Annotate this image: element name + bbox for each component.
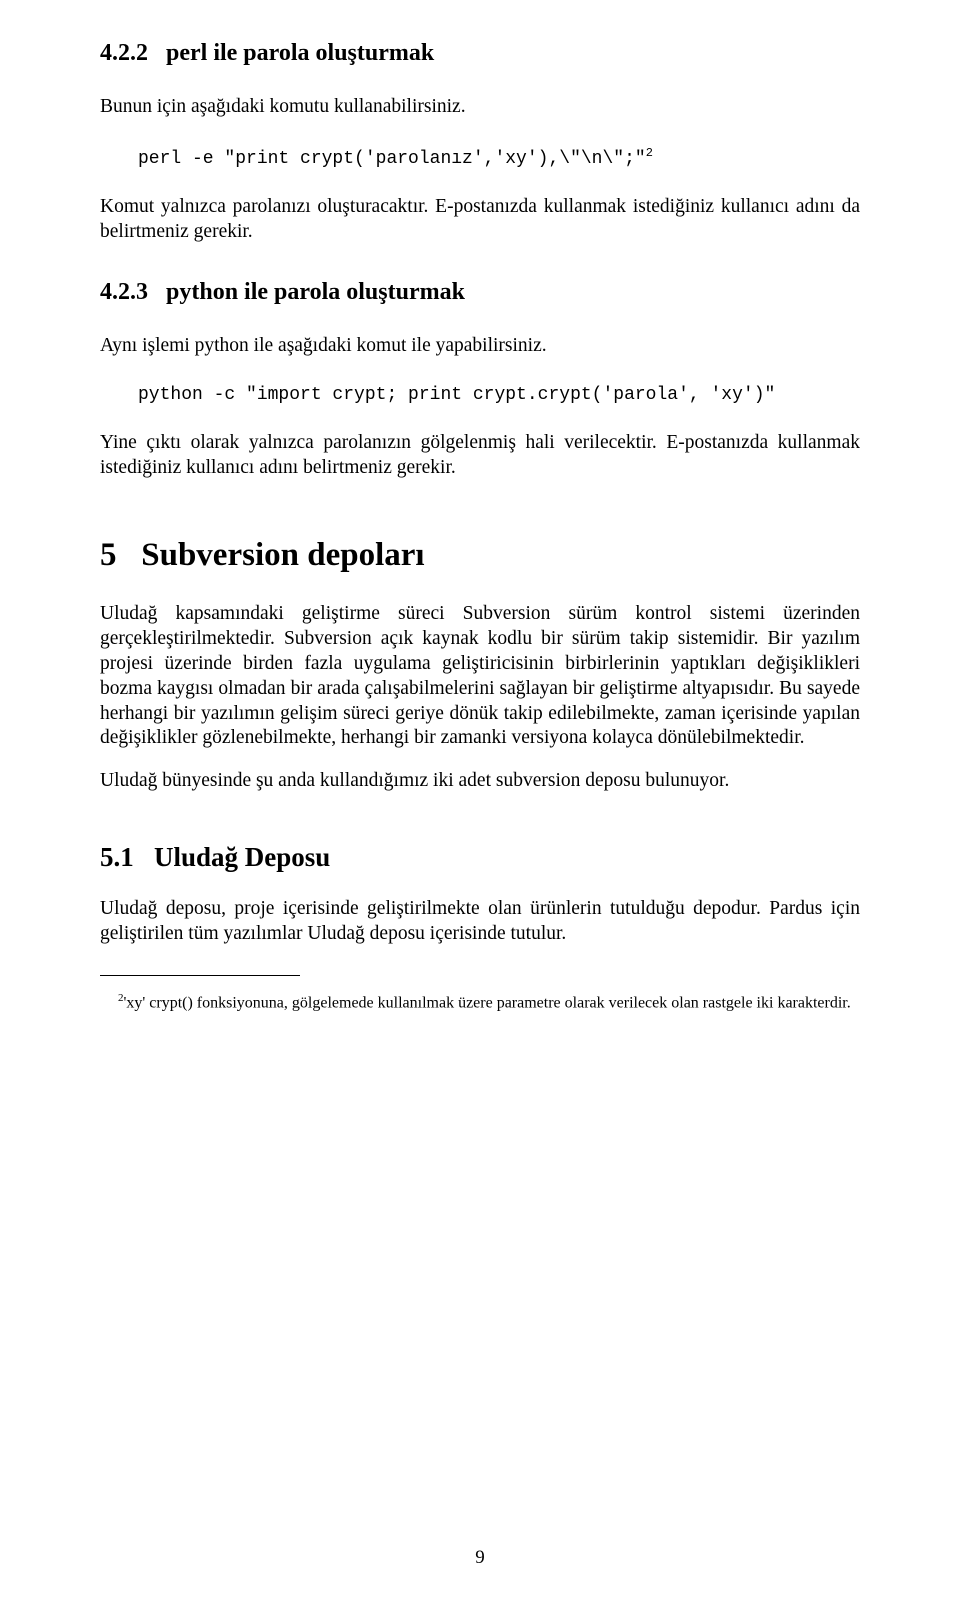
footnote-ref: 2 (646, 146, 653, 160)
heading-4-2-3: 4.2.3 python ile parola oluşturmak (100, 279, 860, 306)
heading-text: python ile parola oluşturmak (166, 279, 465, 305)
heading-number: 4.2.3 (100, 279, 148, 305)
heading-number: 5 (100, 537, 117, 573)
paragraph: Komut yalnızca parolanızı oluşturacaktır… (100, 195, 860, 245)
heading-text: Subversion depoları (141, 537, 424, 573)
footnote-separator (100, 975, 300, 976)
heading-number: 5.1 (100, 842, 134, 872)
footnote: 2'xy' crypt() fonksiyonuna, gölgelemede … (100, 992, 860, 1013)
paragraph: Uludağ deposu, proje içerisinde geliştir… (100, 897, 860, 947)
heading-5-1: 5.1 Uludağ Deposu (100, 842, 860, 873)
heading-text: perl ile parola oluşturmak (166, 40, 434, 66)
page: 4.2.2 perl ile parola oluşturmak Bunun i… (0, 0, 960, 1605)
code-block-perl: perl -e "print crypt('parolanız','xy'),\… (138, 146, 860, 169)
page-number: 9 (0, 1547, 960, 1569)
heading-4-2-2: 4.2.2 perl ile parola oluşturmak (100, 40, 860, 67)
paragraph: Uludağ bünyesinde şu anda kullandığımız … (100, 769, 860, 794)
heading-5: 5 Subversion depoları (100, 537, 860, 574)
paragraph: Uludağ kapsamındaki geliştirme süreci Su… (100, 602, 860, 752)
heading-number: 4.2.2 (100, 40, 148, 66)
paragraph: Bunun için aşağıdaki komutu kullanabilir… (100, 95, 860, 120)
code-text: perl -e "print crypt('parolanız','xy'),\… (138, 149, 646, 169)
code-text: python -c "import crypt; print crypt.cry… (138, 385, 775, 405)
heading-text: Uludağ Deposu (154, 842, 330, 872)
paragraph: Yine çıktı olarak yalnızca parolanızın g… (100, 431, 860, 481)
code-block-python: python -c "import crypt; print crypt.cry… (138, 385, 860, 405)
paragraph: Aynı işlemi python ile aşağıdaki komut i… (100, 334, 860, 359)
footnote-text: 'xy' crypt() fonksiyonuna, gölgelemede k… (124, 995, 851, 1012)
